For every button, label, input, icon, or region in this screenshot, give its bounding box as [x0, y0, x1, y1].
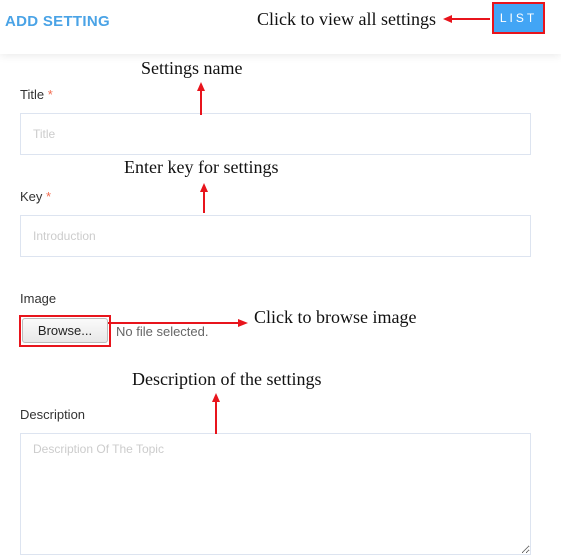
- annotation-title: Settings name: [141, 58, 243, 78]
- list-button[interactable]: LIST: [492, 2, 545, 34]
- key-input[interactable]: [20, 215, 531, 257]
- annotation-description: Description of the settings: [132, 369, 322, 389]
- image-label: Image: [20, 291, 57, 306]
- page-title: ADD SETTING: [5, 13, 110, 30]
- title-label: Title *: [20, 87, 53, 102]
- key-label: Key *: [20, 189, 52, 204]
- annotation-list: Click to view all settings: [257, 9, 436, 29]
- title-input[interactable]: [20, 113, 531, 155]
- file-status: No file selected.: [116, 324, 209, 339]
- annotation-image: Click to browse image: [254, 307, 417, 327]
- description-textarea[interactable]: [20, 433, 531, 555]
- annotation-key: Enter key for settings: [124, 157, 279, 177]
- browse-button[interactable]: Browse...: [22, 318, 108, 343]
- description-label: Description: [20, 407, 86, 422]
